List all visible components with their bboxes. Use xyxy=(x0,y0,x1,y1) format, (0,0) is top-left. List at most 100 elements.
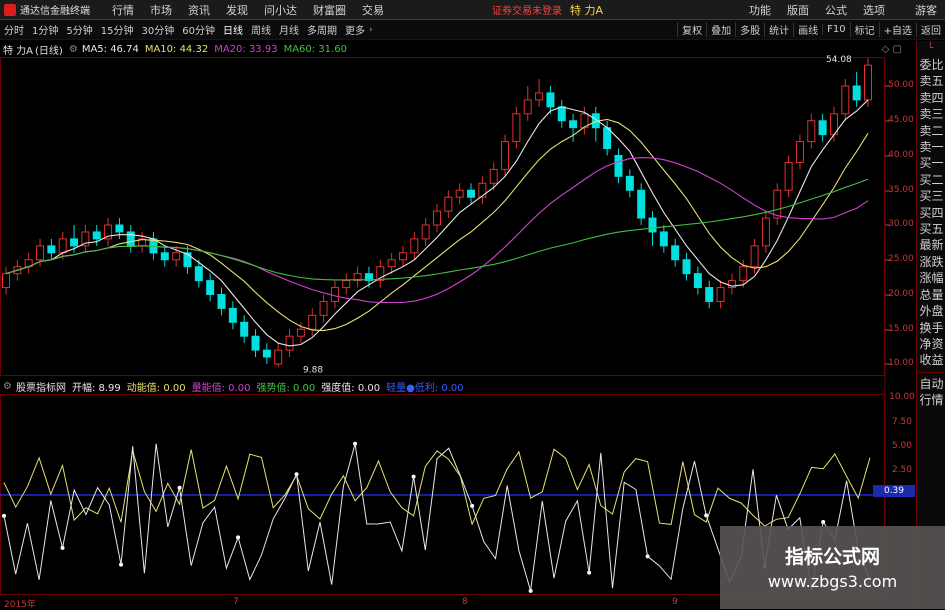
kline-candle xyxy=(489,168,498,184)
sidebar-item[interactable]: 买五 xyxy=(917,221,945,237)
kline-candle xyxy=(818,120,827,136)
sidebar-item[interactable]: 卖五 xyxy=(917,73,945,89)
kline-candle xyxy=(296,328,305,337)
kline-candle xyxy=(455,189,464,198)
kline-candle xyxy=(92,231,101,240)
sidebar-item[interactable]: 买二 xyxy=(917,172,945,188)
kline-candle xyxy=(308,314,317,330)
price-axis-label: 25.00 xyxy=(888,254,914,264)
price-axis-label: 15.00 xyxy=(888,324,914,334)
kline-candle xyxy=(240,321,249,337)
kline-candle xyxy=(410,238,419,254)
sidebar-item[interactable]: 最新 xyxy=(917,237,945,253)
kline-candle xyxy=(852,85,861,101)
kline-candle xyxy=(501,141,510,170)
kline-candle xyxy=(172,252,181,261)
kline-candle xyxy=(557,106,566,122)
high-price-mark: 54.08 xyxy=(826,55,852,65)
indicator-axis-label: 5.00 xyxy=(891,441,913,451)
sidebar-top-icon[interactable]: L xyxy=(917,41,945,57)
kline-candle xyxy=(433,210,441,226)
kline-candle xyxy=(693,273,702,289)
kline-candle xyxy=(773,189,782,219)
sidebar-item[interactable]: 卖一 xyxy=(917,139,945,155)
kline-candle xyxy=(546,92,555,108)
kline-candle xyxy=(228,307,237,323)
kline-candle xyxy=(285,335,294,351)
kline-candle xyxy=(160,252,169,261)
kline-candle xyxy=(376,266,385,282)
kline-candle xyxy=(682,259,691,275)
sidebar-quotes[interactable]: 行情 xyxy=(917,392,945,408)
kline-candle xyxy=(569,120,578,129)
sidebar-item[interactable]: 买四 xyxy=(917,205,945,221)
kline-candle xyxy=(2,273,10,289)
date-label-sep: 9 xyxy=(672,597,678,607)
kline-candle xyxy=(70,238,79,247)
sidebar-item[interactable]: 卖四 xyxy=(917,90,945,106)
sidebar-item[interactable]: 买一 xyxy=(917,155,945,171)
kline-candle xyxy=(637,189,646,219)
kline-candle xyxy=(115,224,124,233)
date-label-aug: 8 xyxy=(462,597,468,607)
kline-chart[interactable]: 54.08 9.88 xyxy=(0,0,916,609)
kline-candle xyxy=(47,245,56,254)
kline-candle xyxy=(387,259,396,268)
low-price-mark: 9.88 xyxy=(303,366,323,376)
kline-candle xyxy=(795,141,804,163)
kline-candle xyxy=(864,64,872,101)
indicator-current-value: 0.39 xyxy=(873,485,915,497)
kline-candle xyxy=(467,189,476,198)
kline-candle xyxy=(625,175,634,191)
date-label-jul: 7 xyxy=(233,597,239,607)
kline-candle xyxy=(126,231,135,247)
kline-candle xyxy=(342,280,351,289)
indicator-axis-label: 2.50 xyxy=(891,465,913,475)
sidebar-item[interactable]: 换手 xyxy=(917,320,945,336)
kline-candle xyxy=(183,252,192,268)
kline-candle xyxy=(206,280,215,296)
watermark-title: 指标公式网 xyxy=(784,546,880,568)
sidebar-auto[interactable]: 自动 xyxy=(917,376,945,392)
sidebar-item[interactable]: 外盘 xyxy=(917,303,945,319)
price-axis-label: 40.00 xyxy=(888,150,914,160)
sidebar-item[interactable]: 卖三 xyxy=(917,106,945,122)
main-panel-frame xyxy=(0,57,885,376)
kline-candle xyxy=(807,120,816,143)
kline-candle xyxy=(36,245,45,261)
watermark: 指标公式网 www.zbgs3.com xyxy=(720,526,945,609)
kline-candle xyxy=(262,349,271,358)
kline-candle xyxy=(217,294,226,309)
kline-candle xyxy=(671,245,680,261)
sidebar-item[interactable]: 买三 xyxy=(917,188,945,204)
date-label-year: 2015年 xyxy=(4,600,36,610)
kline-candle xyxy=(194,266,203,282)
sidebar-item[interactable]: 收益 xyxy=(917,352,945,368)
sidebar-divider xyxy=(917,371,945,373)
sidebar-item[interactable]: 总量 xyxy=(917,287,945,303)
kline-candle xyxy=(319,300,328,316)
sidebar-item[interactable]: 委比 xyxy=(917,57,945,73)
price-axis-label: 35.00 xyxy=(888,185,914,195)
quote-sidebar: L 委比 卖五 卖四 卖三 卖二 卖一 买一 买二 买三 买四 买五 最新 涨跌 涨幅 总量 外盘 换手 净资 收益… xyxy=(916,41,945,609)
sidebar-item[interactable]: 涨幅 xyxy=(917,270,945,286)
kline-candle xyxy=(251,335,260,351)
kline-candle xyxy=(523,99,532,115)
kline-candle xyxy=(648,217,657,233)
price-axis-label: 50.00 xyxy=(888,80,914,90)
sidebar-item[interactable]: 净资 xyxy=(917,336,945,352)
kline-candle xyxy=(750,245,759,268)
kline-candle xyxy=(739,266,748,282)
sidebar-item[interactable]: 卖二 xyxy=(917,123,945,139)
kline-candle xyxy=(614,155,623,177)
price-axis-label: 10.00 xyxy=(888,358,914,368)
kline-candle xyxy=(478,182,487,198)
kline-candle xyxy=(398,252,407,261)
kline-candle xyxy=(444,196,453,212)
watermark-url: www.zbgs3.com xyxy=(767,572,898,591)
sidebar-item[interactable]: 涨跌 xyxy=(917,254,945,270)
kline-candle xyxy=(274,349,283,365)
kline-candle xyxy=(512,113,521,143)
indicator-axis-label: 10.00 xyxy=(889,392,915,402)
tool-back[interactable]: 返回 xyxy=(916,22,945,37)
